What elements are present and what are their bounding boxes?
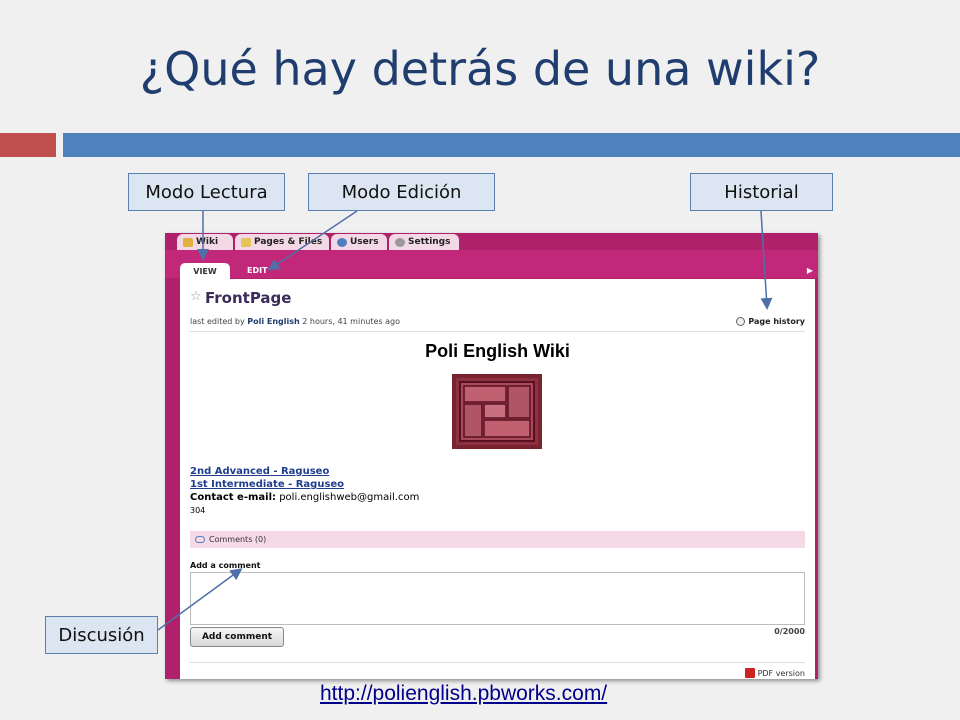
callout-modo-edicion: Modo Edición [308,173,495,211]
link-1st-intermediate[interactable]: 1st Intermediate - Raguseo [190,478,419,491]
expand-arrow-icon[interactable]: ▶ [807,266,813,275]
contact-label: Contact e-mail: [190,492,277,503]
tab-pages-files-label: Pages & Files [254,237,323,247]
wiki-tabbar: Wiki Pages & Files Users Settings [165,233,818,250]
contact-email: poli.englishweb@gmail.com [279,492,420,503]
tab-users[interactable]: Users [331,234,387,250]
divider [190,662,805,663]
wiki-body: 2nd Advanced - Raguseo 1st Intermediate … [190,465,419,517]
callout-discusion: Discusión [45,616,158,654]
tab-users-label: Users [350,237,379,247]
add-comment-label: Add a comment [190,561,261,570]
callout-historial: Historial [690,173,833,211]
wiki-icon [183,237,193,247]
char-count: 0/2000 [774,627,805,636]
tab-settings[interactable]: Settings [389,234,459,250]
tab-wiki[interactable]: Wiki [177,234,233,250]
wiki-screenshot: Wiki Pages & Files Users Settings VIEW E… [165,233,818,679]
hit-count: 304 [190,506,206,515]
last-edited-meta: last edited by Poli English 2 hours, 41 … [190,317,400,326]
logo-graphic [456,378,538,445]
slide-title: ¿Qué hay detrás de una wiki? [139,42,821,96]
wiki-heading: Poli English Wiki [425,341,570,361]
comments-toggle[interactable]: Comments (0) [190,531,805,548]
page-title: FrontPage [205,289,292,307]
contact-line: Contact e-mail: poli.englishweb@gmail.co… [190,491,419,504]
view-tab[interactable]: VIEW [180,263,230,279]
comment-textarea[interactable] [190,572,805,625]
add-comment-button[interactable]: Add comment [190,627,284,647]
footer-url-link[interactable]: http://polienglish.pbworks.com/ [320,682,607,706]
callout-modo-lectura: Modo Lectura [128,173,285,211]
divider [190,331,805,332]
star-icon[interactable]: ☆ [190,289,202,304]
folder-icon [241,237,251,247]
page-history-link[interactable]: Page history [736,317,805,326]
gear-icon [395,237,405,247]
link-2nd-advanced[interactable]: 2nd Advanced - Raguseo [190,465,419,478]
tab-wiki-label: Wiki [196,237,219,247]
users-icon [337,237,347,247]
accent-bar-red [0,133,56,157]
meta-user-link[interactable]: Poli English [247,317,299,326]
wiki-content: ☆ FrontPage last edited by Poli English … [180,279,815,679]
meta-prefix: last edited by [190,317,245,326]
tab-pages-files[interactable]: Pages & Files [235,234,329,250]
right-strip [815,431,818,679]
comment-bubble-icon [195,536,205,543]
accent-bar-blue [63,133,960,157]
comments-label: Comments (0) [209,535,267,544]
page-history-label: Page history [748,317,805,326]
tab-settings-label: Settings [408,237,451,247]
clock-icon [736,317,746,326]
wiki-logo [452,374,542,449]
meta-time: 2 hours, 41 minutes ago [302,317,400,326]
pdf-version-label: PDF version [757,668,805,678]
pdf-icon [744,668,755,678]
edit-tab[interactable]: EDIT [247,266,268,275]
pdf-version-link[interactable]: PDF version [744,668,805,678]
